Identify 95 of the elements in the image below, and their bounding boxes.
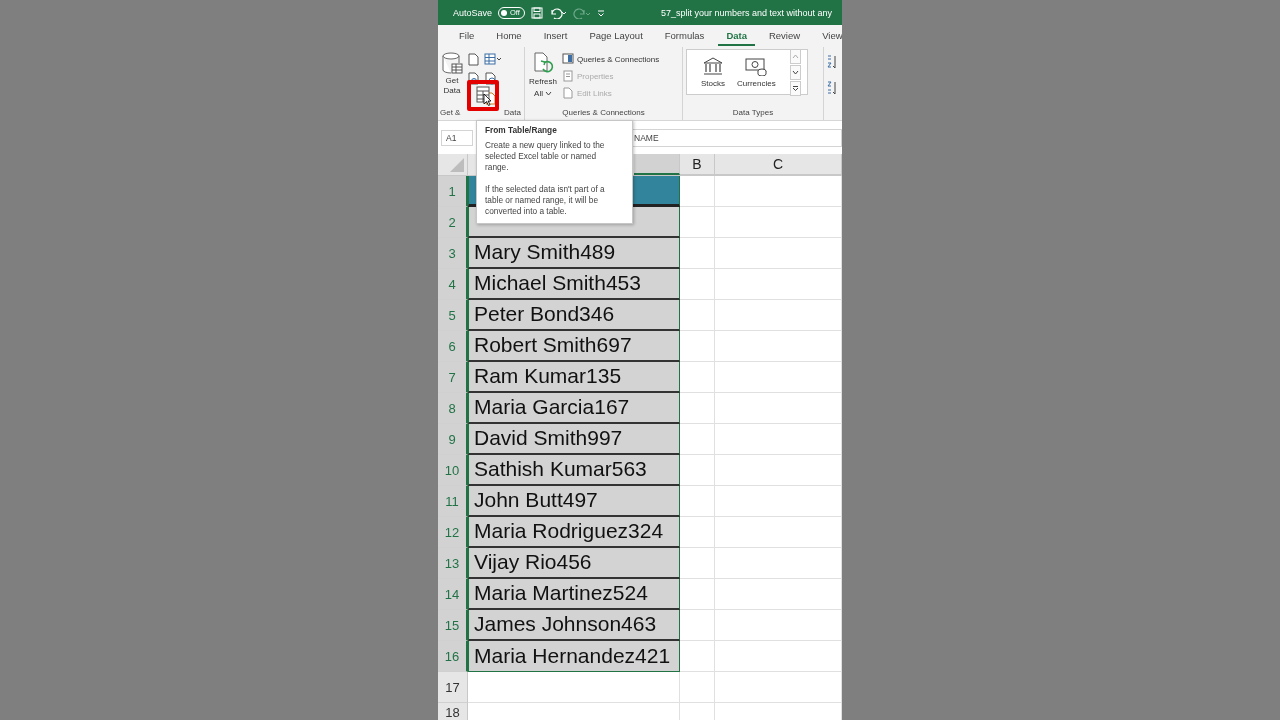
table-cell: David Smith997 [468,424,680,455]
table-cell [680,238,715,269]
command-icon [562,53,574,65]
sort-descending-icon[interactable] [827,81,837,95]
table-cell: John Butt497 [468,486,680,517]
table-cell: Ram Kumar135 [468,362,680,393]
table-cell [680,331,715,362]
ribbon-tab[interactable]: File [451,26,483,46]
data-type-button[interactable]: Currencies [737,56,776,88]
table-cell: Maria Rodriguez324 [468,517,680,548]
table-cell [680,517,715,548]
ribbon-tab[interactable]: Formulas [656,26,713,46]
web-document-icon[interactable] [467,72,479,86]
get-data-button[interactable]: Get Data [441,51,463,108]
ribbon-command[interactable]: Queries & Connections [562,53,660,65]
row-header[interactable]: 11 [438,486,468,517]
undo-icon[interactable] [548,6,567,19]
table-cell: Maria Martinez524 [468,579,680,610]
table-cell [680,362,715,393]
group-label: Queries & Connections [562,108,645,119]
table-cell [680,393,715,424]
recent-document-icon[interactable] [484,72,496,86]
row-header[interactable]: 3 [438,238,468,269]
row-header[interactable]: 18 [438,703,468,720]
customize-icon[interactable] [596,8,605,17]
table-cell: Maria Garcia167 [468,393,680,424]
table-cell [680,610,715,641]
command-icon [562,70,574,82]
table-cell: Vijay Rio456 [468,548,680,579]
table-cell: Mary Smith489 [468,238,680,269]
row-header[interactable]: 5 [438,300,468,331]
table-cell [680,424,715,455]
column-header[interactable]: C [715,154,842,175]
group-label: Get & [440,108,461,119]
mouse-cursor-icon [483,93,492,106]
table-cell [680,579,715,610]
row-header[interactable]: 10 [438,455,468,486]
group-label: Data Types [732,108,774,119]
table-cell [680,672,715,703]
document-icon[interactable] [467,53,479,66]
database-icon [441,51,463,75]
table-cell [680,486,715,517]
ribbon-tab[interactable]: Review [760,26,809,46]
column-header[interactable] [634,154,680,175]
row-header[interactable]: 2 [438,207,468,238]
ribbon-tab[interactable]: Insert [535,26,576,46]
table-cell: Sathish Kumar563 [468,455,680,486]
ribbon-tab[interactable]: View [814,26,842,46]
table-cell [680,300,715,331]
table-cell [680,207,715,238]
group-label: Data [504,108,521,119]
row-header[interactable]: 1 [438,176,468,207]
ribbon-tab[interactable]: Home [488,26,530,46]
row-header[interactable]: 17 [438,672,468,703]
money-icon [745,56,768,76]
row-header[interactable]: 9 [438,424,468,455]
table-cell: Maria Hernandez421 [468,641,680,672]
document-title: 57_split your numbers and text without any [660,7,832,18]
row-header[interactable]: 14 [438,579,468,610]
table-cell [680,548,715,579]
row-header[interactable]: 8 [438,393,468,424]
column-header[interactable]: B [680,154,715,175]
table-cell [680,176,715,207]
row-header[interactable]: 12 [438,517,468,548]
row-header[interactable]: 4 [438,269,468,300]
corner-triangle-icon [450,158,464,172]
sort-ascending-icon[interactable] [827,55,837,69]
table-icon[interactable] [484,53,502,66]
table-cell: Michael Smith453 [468,269,680,300]
table-cell: Robert Smith697 [468,331,680,362]
table-cell: James Johnson463 [468,610,680,641]
ribbon-tab[interactable]: Page Layout [581,26,651,46]
table-cell [680,641,715,672]
row-header[interactable]: 13 [438,548,468,579]
save-icon[interactable] [530,6,543,19]
caret-icon [544,91,552,96]
row-header[interactable]: 7 [438,362,468,393]
tooltip-text: If the selected data isn't part of a table or named range, it will be converted into a table. [485,184,606,217]
row-header[interactable]: 6 [438,331,468,362]
table-cell [680,455,715,486]
table-cell: Peter Bond346 [468,300,680,331]
scroll-down-icon[interactable] [789,64,801,80]
data-type-button[interactable]: Stocks [701,56,725,88]
row-header[interactable]: 16 [438,641,468,672]
refresh-all-button[interactable]: Refresh All [528,51,558,108]
name-box[interactable]: A1 [441,129,473,146]
bank-icon [702,56,724,76]
refresh-icon [532,51,554,75]
table-cell [680,269,715,300]
ribbon-tab[interactable]: Data [718,26,755,46]
command-icon [562,87,574,99]
more-icon[interactable] [789,80,801,96]
tooltip-title: From Table/Range [485,125,558,136]
autosave-label: AutoSave [453,7,493,18]
row-header[interactable]: 15 [438,610,468,641]
